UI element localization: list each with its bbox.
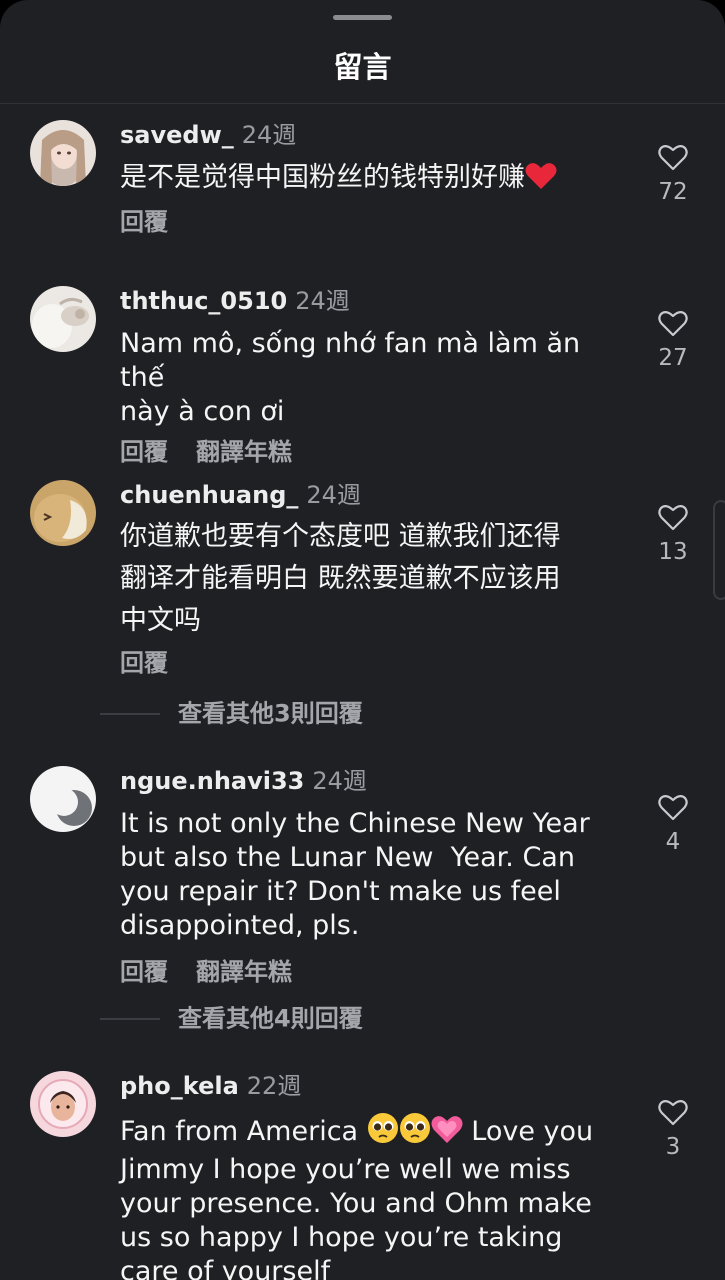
comment-text: Nam mô, sống nhớ fan mà làm ăn thế này à…	[120, 328, 581, 427]
heart-outline-icon	[658, 311, 688, 337]
heart-outline-icon	[658, 505, 688, 531]
red-heart-icon	[525, 162, 557, 199]
comment-time: 22週	[246, 1072, 302, 1100]
like-count: 27	[658, 345, 688, 371]
thread-line	[100, 1017, 160, 1020]
avatar[interactable]	[30, 766, 96, 832]
heart-outline-icon	[658, 1100, 688, 1126]
drag-handle[interactable]	[333, 15, 392, 20]
view-more-replies[interactable]: 查看其他3則回覆	[100, 698, 363, 728]
translate-button[interactable]: 翻譯年糕	[196, 438, 292, 466]
like-count: 13	[658, 539, 688, 565]
like-button[interactable]: 13	[650, 504, 696, 565]
scrollbar[interactable]	[713, 500, 725, 600]
growing-heart-icon	[431, 1114, 463, 1153]
like-button[interactable]: 4	[650, 794, 696, 855]
like-button[interactable]: 3	[650, 1099, 696, 1160]
translate-button[interactable]: 翻譯年糕	[196, 958, 292, 986]
comment-text: Fan from America Love you Jimmy I hope y…	[120, 1112, 625, 1280]
like-count: 72	[658, 179, 688, 205]
reply-button[interactable]: 回覆	[120, 958, 168, 986]
reply-button[interactable]: 回覆	[120, 208, 168, 236]
comments-sheet: 留言 savedw_ 24週 是不是觉得中国粉丝的钱特别好赚 回覆 72 tht…	[0, 0, 725, 1280]
like-count: 4	[665, 829, 681, 855]
view-more-replies-label: 查看其他3則回覆	[178, 699, 363, 728]
heart-outline-icon	[658, 145, 688, 171]
view-more-replies-label: 查看其他4則回覆	[178, 1004, 363, 1033]
username[interactable]: savedw_	[120, 121, 234, 149]
header-divider	[0, 103, 725, 104]
comment-time: 24週	[295, 287, 350, 315]
comment-text: It is not only the Chinese New Year but …	[120, 808, 590, 941]
username[interactable]: pho_kela	[120, 1072, 239, 1100]
pleading-face-icon	[367, 1112, 399, 1153]
reply-button[interactable]: 回覆	[120, 438, 168, 466]
username[interactable]: chuenhuang_	[120, 481, 298, 509]
avatar[interactable]	[30, 286, 96, 352]
like-button[interactable]: 27	[650, 310, 696, 371]
username[interactable]: ththuc_0510	[120, 287, 287, 315]
like-button[interactable]: 72	[650, 144, 696, 205]
comment-text: 是不是觉得中国粉丝的钱特别好赚	[120, 161, 625, 199]
avatar[interactable]	[30, 1071, 96, 1137]
comment-time: 24週	[306, 481, 361, 509]
like-count: 3	[665, 1134, 681, 1160]
view-more-replies[interactable]: 查看其他4則回覆	[100, 1003, 363, 1033]
heart-outline-icon	[658, 795, 688, 821]
avatar[interactable]	[30, 120, 96, 186]
reply-button[interactable]: 回覆	[120, 649, 168, 677]
avatar[interactable]	[30, 480, 96, 546]
comment-text: 你道歉也要有个态度吧 道歉我们还得 翻译才能看明白 既然要道歉不应该用 中文吗	[120, 521, 561, 636]
thread-line	[100, 712, 160, 715]
sheet-title: 留言	[333, 50, 392, 84]
username[interactable]: ngue.nhavi33	[120, 767, 304, 795]
comment-time: 24週	[241, 121, 297, 149]
pleading-face-icon	[399, 1112, 431, 1153]
comment-time: 24週	[312, 767, 367, 795]
